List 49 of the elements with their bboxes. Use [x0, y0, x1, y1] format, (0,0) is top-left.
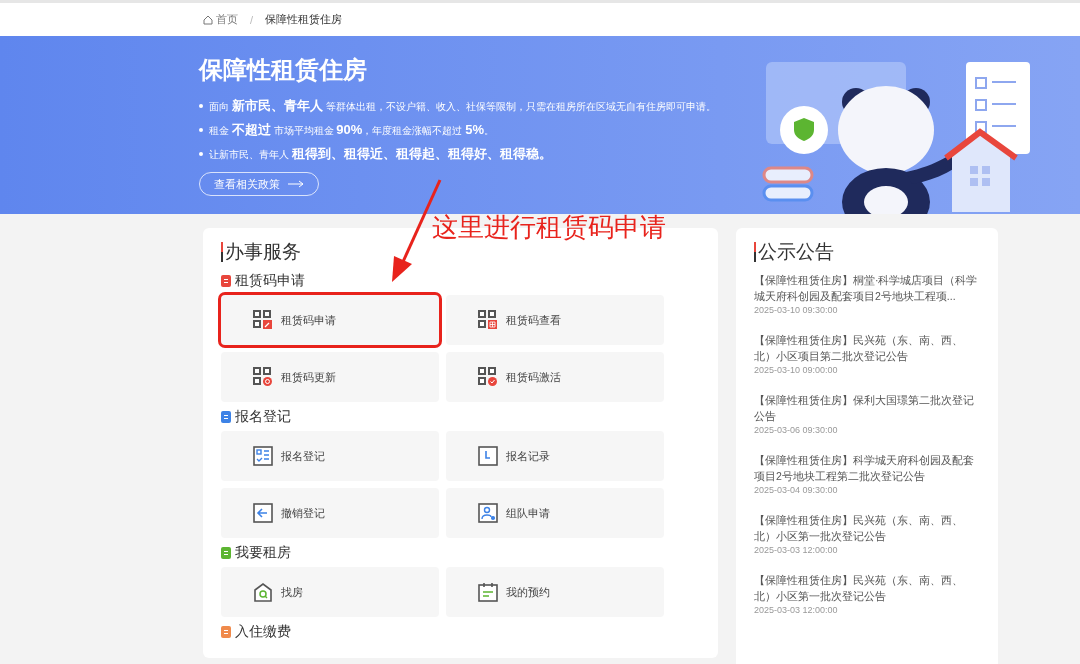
service-tile[interactable]: 报名记录 — [446, 431, 664, 481]
bullet-dot — [199, 152, 203, 156]
notice-title[interactable]: 【保障性租赁住房】科学城天府科创园及配套项目2号地块工程第二批次登记公告 — [754, 452, 980, 484]
service-tile[interactable]: 租赁码申请 — [221, 295, 439, 345]
notice-date: 2025-03-03 12:00:00 — [754, 544, 839, 556]
callout-text: 这里进行租赁码申请 — [432, 211, 666, 244]
qr-code-refresh-icon — [253, 367, 273, 387]
service-tile[interactable]: 租赁码激活 — [446, 352, 664, 402]
notice-title[interactable]: 【保障性租赁住房】民兴苑（东、南、西、北）小区第一批次登记公告 — [754, 512, 980, 544]
form-icon — [253, 446, 273, 466]
service-tile[interactable]: 组队申请 — [446, 488, 664, 538]
card-title: 公示公告 — [754, 242, 980, 262]
qr-code-grid-icon — [478, 310, 498, 330]
person-add-icon — [478, 503, 498, 523]
banner-point: 面向 新市民、青年人 等群体出租，不设户籍、收入、社保等限制，只需在租房所在区域无自有住房即可申请。 — [209, 97, 716, 115]
notice-title[interactable]: 【保障性租赁住房】民兴苑（东、南、西、北）小区项目第二批次登记公告 — [754, 332, 980, 364]
notice-date: 2025-03-06 09:30:00 — [754, 424, 839, 436]
notice-title[interactable]: 【保障性租赁住房】保利大国璟第二批次登记公告 — [754, 392, 980, 424]
bullet-dot — [199, 128, 203, 132]
group-title: 我要租房 — [235, 544, 291, 562]
qr-code-check-icon — [478, 367, 498, 387]
arrow-right-icon — [288, 180, 304, 188]
group-title: 租赁码申请 — [235, 272, 305, 290]
house-search-icon — [253, 582, 273, 602]
notice-date: 2025-03-03 12:00:00 — [754, 604, 839, 616]
service-tile[interactable]: 找房 — [221, 567, 439, 617]
breadcrumb-current: 保障性租赁住房 — [265, 12, 343, 27]
home-link[interactable]: 首页 — [203, 12, 238, 27]
service-tile[interactable]: 租赁码更新 — [221, 352, 439, 402]
service-tile[interactable]: 报名登记 — [221, 431, 439, 481]
banner-title: 保障性租赁住房 — [199, 55, 368, 85]
notice-date: 2025-03-10 09:30:00 — [754, 304, 839, 316]
banner-point: 租金 不超过 市场平均租金 90%，年度租金涨幅不超过 5%。 — [209, 121, 494, 139]
breadcrumb-separator: / — [250, 13, 254, 26]
qr-code-edit-icon — [253, 310, 273, 330]
group-title: 报名登记 — [235, 408, 291, 426]
service-tile[interactable]: 租赁码查看 — [446, 295, 664, 345]
banner-point: 让新市民、青年人 租得到、租得近、租得起、租得好、租得稳。 — [209, 145, 552, 163]
notice-date: 2025-03-10 09:00:00 — [754, 364, 839, 376]
service-tile[interactable]: 我的预约 — [446, 567, 664, 617]
arrow-left-icon — [253, 503, 273, 523]
notice-title[interactable]: 【保障性租赁住房】民兴苑（东、南、西、北）小区第一批次登记公告 — [754, 572, 980, 604]
notice-title[interactable]: 【保障性租赁住房】桐堂·科学城店项目（科学城天府科创园及配套项目2号地块工程项... — [754, 272, 980, 304]
calendar-icon — [478, 582, 498, 602]
service-tile[interactable]: 撤销登记 — [221, 488, 439, 538]
home-icon — [203, 14, 213, 25]
group-title: 入住缴费 — [235, 623, 291, 641]
notice-date: 2025-03-04 09:30:00 — [754, 484, 839, 496]
bullet-dot — [199, 104, 203, 108]
